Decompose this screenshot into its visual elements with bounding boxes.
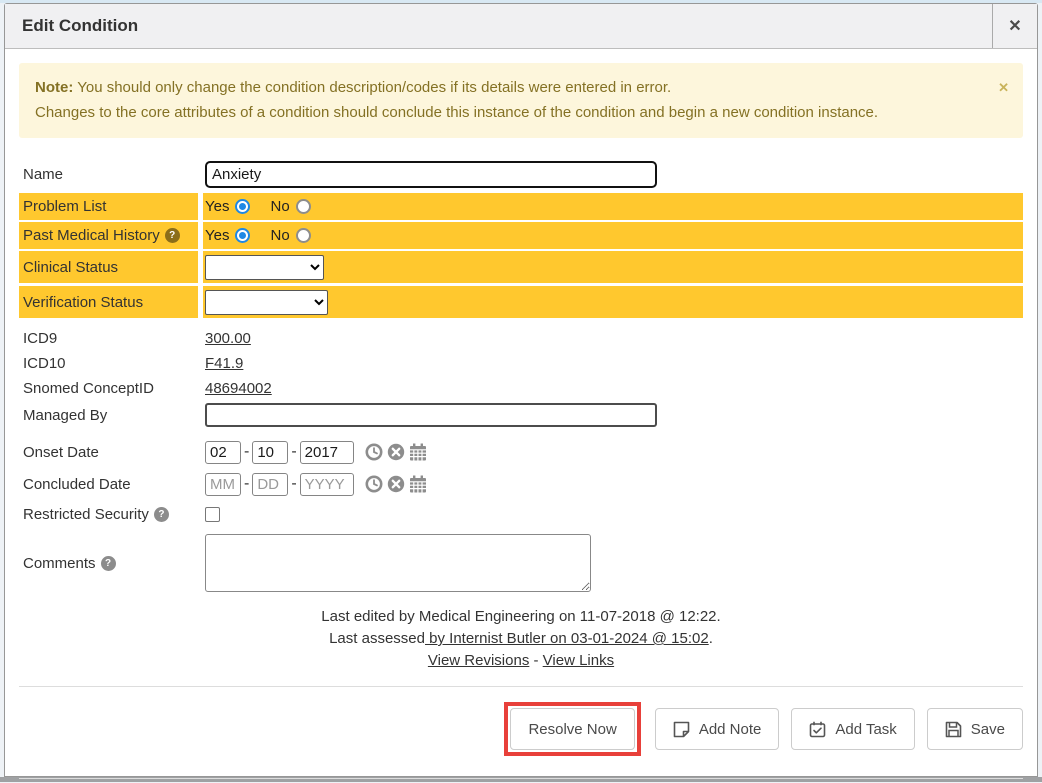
pmh-no-radio[interactable] [296, 228, 311, 243]
help-icon[interactable]: ? [101, 556, 116, 571]
verification-status-select[interactable] [205, 290, 328, 315]
edit-condition-modal: Edit Condition ✕ Note: You should only c… [4, 3, 1038, 777]
clinical-status-select[interactable] [205, 255, 324, 280]
modal-body: Note: You should only change the conditi… [5, 49, 1037, 783]
problem-list-no-label: No [270, 198, 289, 215]
snomed-row: Snomed ConceptID 48694002 [19, 376, 1023, 400]
modal-header: Edit Condition ✕ [5, 4, 1037, 49]
name-input[interactable] [205, 161, 657, 188]
snomed-code-link[interactable]: 48694002 [205, 380, 272, 397]
note-close-icon[interactable]: ✕ [998, 75, 1009, 100]
button-row: Resolve Now Add Note Add Task [19, 687, 1023, 768]
pmh-no-label: No [270, 227, 289, 244]
save-icon [945, 721, 962, 738]
problem-list-yes-radio[interactable] [235, 199, 250, 214]
concluded-month-input[interactable] [205, 473, 241, 496]
icd9-code-link[interactable]: 300.00 [205, 330, 251, 347]
note-line-1: Note: You should only change the conditi… [35, 75, 1009, 100]
clinical-status-row: Clinical Status [19, 251, 1023, 283]
icd9-label: ICD9 [19, 326, 198, 350]
problem-list-yes-label: Yes [205, 198, 229, 215]
onset-year-input[interactable] [300, 441, 354, 464]
icd10-label: ICD10 [19, 351, 198, 375]
meta-block: Last edited by Medical Engineering on 11… [19, 606, 1023, 672]
resolve-now-annotation: Resolve Now [504, 702, 640, 756]
last-assessed-link[interactable]: by Internist Butler on 03-01-2024 @ 15:0… [425, 630, 709, 647]
restricted-security-label: Restricted Security ? [19, 501, 198, 527]
resolve-now-button[interactable]: Resolve Now [510, 708, 634, 750]
clinical-status-label: Clinical Status [19, 251, 198, 283]
clock-icon[interactable] [365, 443, 383, 461]
restricted-security-row: Restricted Security ? [19, 501, 1023, 527]
calendar-icon[interactable] [409, 475, 427, 493]
snomed-label: Snomed ConceptID [19, 376, 198, 400]
past-medical-history-row: Past Medical History ? Yes No [19, 222, 1023, 249]
help-icon[interactable]: ? [154, 507, 169, 522]
footer-empty-area [19, 779, 1023, 783]
clock-icon[interactable] [365, 475, 383, 493]
problem-list-label: Problem List [19, 193, 198, 220]
note-icon [673, 721, 690, 738]
icd10-code-link[interactable]: F41.9 [205, 355, 243, 372]
problem-list-no-radio[interactable] [296, 199, 311, 214]
revision-links: View Revisions - View Links [19, 650, 1023, 672]
managed-by-input[interactable] [205, 403, 657, 427]
warning-note-banner: Note: You should only change the conditi… [19, 63, 1023, 138]
concluded-date-label: Concluded Date [19, 469, 198, 499]
last-edited-text: Last edited by Medical Engineering on 11… [19, 606, 1023, 628]
name-row: Name [19, 159, 1023, 190]
view-revisions-link[interactable]: View Revisions [428, 652, 529, 669]
past-medical-history-label: Past Medical History ? [19, 222, 198, 249]
managed-by-label: Managed By [19, 401, 198, 429]
icd9-row: ICD9 300.00 [19, 326, 1023, 350]
restricted-security-checkbox[interactable] [205, 507, 220, 522]
pmh-yes-radio[interactable] [235, 228, 250, 243]
onset-month-input[interactable] [205, 441, 241, 464]
add-note-button[interactable]: Add Note [655, 708, 780, 750]
pmh-yes-label: Yes [205, 227, 229, 244]
task-calendar-icon [809, 721, 826, 738]
comments-row: Comments ? [19, 532, 1023, 594]
clear-date-icon[interactable] [387, 475, 405, 493]
close-icon: ✕ [1008, 16, 1021, 36]
comments-textarea[interactable] [205, 534, 591, 592]
name-label: Name [19, 159, 198, 190]
modal-title: Edit Condition [5, 4, 992, 48]
verification-status-row: Verification Status [19, 286, 1023, 318]
clear-date-icon[interactable] [387, 443, 405, 461]
verification-status-label: Verification Status [19, 286, 198, 318]
modal-close-button[interactable]: ✕ [992, 4, 1037, 48]
onset-day-input[interactable] [252, 441, 288, 464]
concluded-date-row: Concluded Date - - [19, 469, 1023, 499]
managed-by-row: Managed By [19, 401, 1023, 429]
add-task-button[interactable]: Add Task [791, 708, 914, 750]
note-line-2: Changes to the core attributes of a cond… [35, 100, 1009, 125]
concluded-year-input[interactable] [300, 473, 354, 496]
comments-label: Comments ? [19, 532, 198, 594]
concluded-day-input[interactable] [252, 473, 288, 496]
calendar-icon[interactable] [409, 443, 427, 461]
view-links-link[interactable]: View Links [543, 652, 614, 669]
onset-date-label: Onset Date [19, 437, 198, 467]
last-assessed-text: Last assessed by Internist Butler on 03-… [19, 628, 1023, 650]
icd10-row: ICD10 F41.9 [19, 351, 1023, 375]
save-button[interactable]: Save [927, 708, 1023, 750]
note-prefix: Note: [35, 79, 73, 96]
onset-date-row: Onset Date - - [19, 437, 1023, 467]
problem-list-row: Problem List Yes No [19, 193, 1023, 220]
help-icon[interactable]: ? [165, 228, 180, 243]
